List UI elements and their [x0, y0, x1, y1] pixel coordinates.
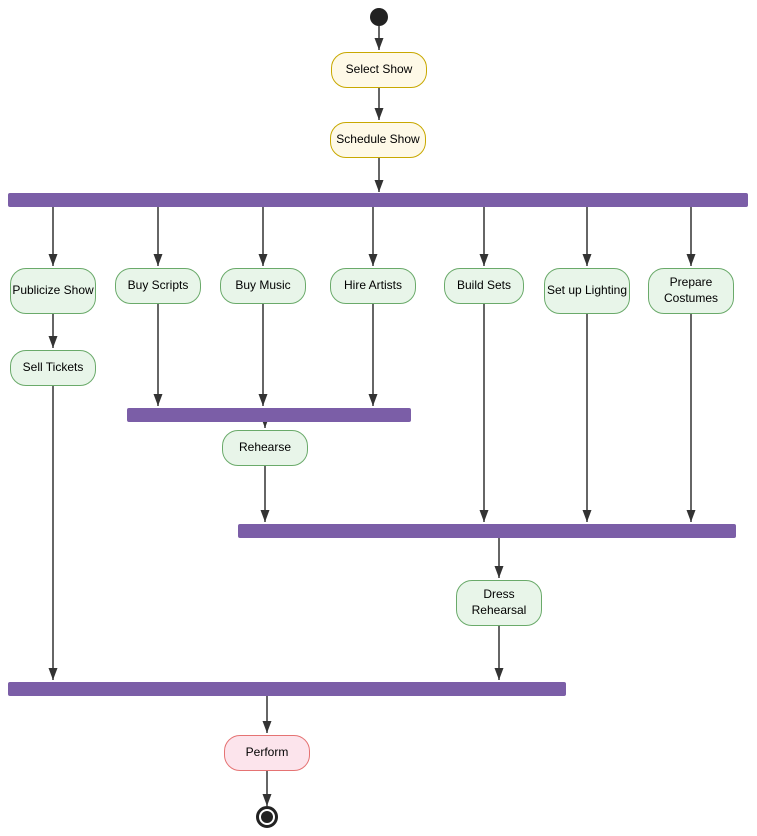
perform-label: Perform: [246, 745, 289, 761]
build-sets-label: Build Sets: [457, 278, 511, 294]
sell-tickets-node: Sell Tickets: [10, 350, 96, 386]
rehearse-label: Rehearse: [239, 440, 291, 456]
set-up-lighting-node: Set up Lighting: [544, 268, 630, 314]
dress-rehearsal-node: Dress Rehearsal: [456, 580, 542, 626]
prepare-costumes-node: Prepare Costumes: [648, 268, 734, 314]
hire-artists-node: Hire Artists: [330, 268, 416, 304]
join-bar-2: [127, 408, 411, 422]
activity-diagram: Select Show Schedule Show Publicize Show…: [0, 0, 757, 836]
schedule-show-node: Schedule Show: [330, 122, 426, 158]
start-node: [370, 8, 388, 26]
dress-rehearsal-label: Dress Rehearsal: [457, 587, 541, 618]
fork-bar-1: [8, 193, 748, 207]
publicize-show-node: Publicize Show: [10, 268, 96, 314]
hire-artists-label: Hire Artists: [344, 278, 402, 294]
join-bar-3: [238, 524, 736, 538]
publicize-show-label: Publicize Show: [12, 283, 93, 299]
set-up-lighting-label: Set up Lighting: [547, 283, 627, 299]
end-node-inner: [261, 811, 273, 823]
buy-music-node: Buy Music: [220, 268, 306, 304]
join-bar-4: [8, 682, 566, 696]
buy-scripts-node: Buy Scripts: [115, 268, 201, 304]
schedule-show-label: Schedule Show: [336, 132, 419, 148]
rehearse-node: Rehearse: [222, 430, 308, 466]
build-sets-node: Build Sets: [444, 268, 524, 304]
prepare-costumes-label: Prepare Costumes: [649, 275, 733, 306]
buy-music-label: Buy Music: [235, 278, 290, 294]
perform-node: Perform: [224, 735, 310, 771]
select-show-label: Select Show: [346, 62, 413, 78]
sell-tickets-label: Sell Tickets: [23, 360, 84, 376]
select-show-node: Select Show: [331, 52, 427, 88]
end-node: [256, 806, 278, 828]
buy-scripts-label: Buy Scripts: [128, 278, 189, 294]
